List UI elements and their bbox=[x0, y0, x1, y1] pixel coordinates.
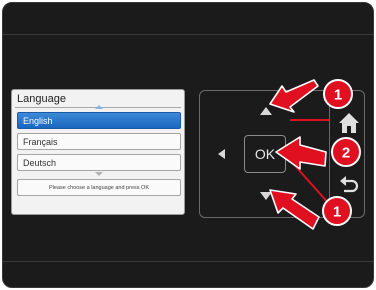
language-option-english[interactable]: English bbox=[17, 112, 181, 129]
top-divider bbox=[3, 34, 373, 35]
scroll-up-icon[interactable] bbox=[95, 105, 103, 109]
language-option-francais[interactable]: Français bbox=[17, 133, 181, 150]
navigation-panel: OK bbox=[199, 90, 365, 218]
printer-control-panel: Language English Français Deutsch Please… bbox=[2, 2, 374, 288]
scroll-down-icon[interactable] bbox=[95, 172, 103, 176]
home-icon[interactable] bbox=[338, 111, 360, 135]
language-dialog: Language English Français Deutsch Please… bbox=[11, 89, 185, 215]
panel-divider bbox=[329, 91, 330, 217]
arrow-right-icon[interactable] bbox=[304, 149, 311, 159]
back-icon[interactable] bbox=[338, 175, 360, 195]
arrow-up-icon[interactable] bbox=[260, 107, 272, 115]
bottom-divider bbox=[3, 261, 373, 262]
ok-button[interactable]: OK bbox=[244, 135, 286, 173]
instruction-text: Please choose a language and press OK bbox=[17, 179, 181, 196]
dialog-title: Language bbox=[17, 93, 66, 105]
arrow-left-icon[interactable] bbox=[218, 149, 225, 159]
language-option-deutsch[interactable]: Deutsch bbox=[17, 154, 181, 171]
arrow-down-icon[interactable] bbox=[260, 192, 272, 200]
